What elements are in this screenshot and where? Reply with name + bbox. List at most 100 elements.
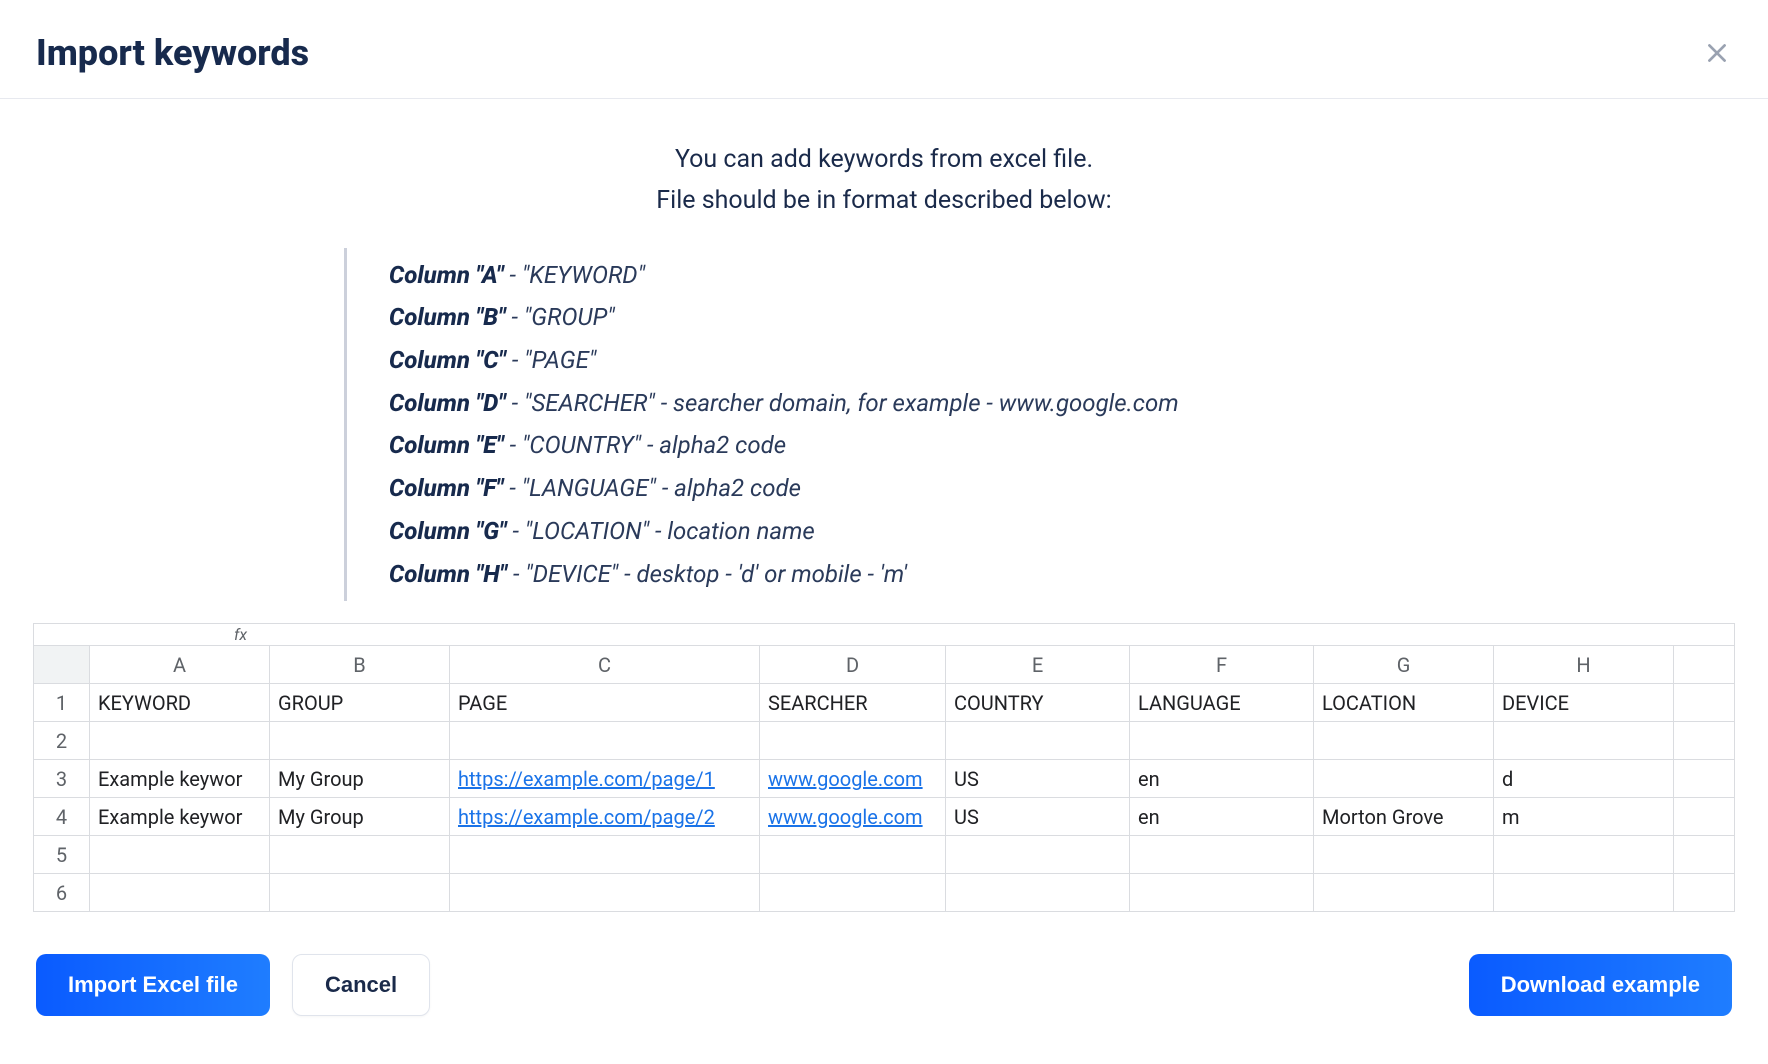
table-row: 3Example keyworMy Group https://example.c… xyxy=(34,760,1735,798)
cell xyxy=(946,722,1130,760)
col-header: D xyxy=(760,646,946,684)
cell: KEYWORD xyxy=(90,684,270,722)
cell xyxy=(450,874,760,912)
cell: Morton Grove xyxy=(1314,798,1494,836)
col-header-tail xyxy=(1674,646,1735,684)
cell xyxy=(1494,836,1674,874)
row-number: 2 xyxy=(34,722,90,760)
cell xyxy=(760,874,946,912)
cell-link[interactable]: www.google.com xyxy=(768,805,923,829)
close-icon[interactable] xyxy=(1702,38,1732,68)
column-f-desc: Column "F" - "LANGUAGE" - alpha2 code xyxy=(389,467,1424,510)
intro-line-2: File should be in format described below… xyxy=(0,180,1768,221)
spreadsheet-example: fx A B C D E F G H 1KEYWORD xyxy=(33,623,1735,912)
cell: My Group xyxy=(270,760,450,798)
cell: www.google.com xyxy=(760,760,946,798)
modal-header: Import keywords xyxy=(0,0,1768,99)
column-d-desc: Column "D" - "SEARCHER" - searcher domai… xyxy=(389,382,1424,425)
cell xyxy=(1494,722,1674,760)
cell xyxy=(90,874,270,912)
col-header: A xyxy=(90,646,270,684)
corner-cell xyxy=(34,646,90,684)
table-row: 2 xyxy=(34,722,1735,760)
column-h-desc: Column "H" - "DEVICE" - desktop - 'd' or… xyxy=(389,553,1424,596)
col-header: G xyxy=(1314,646,1494,684)
cell: PAGE xyxy=(450,684,760,722)
cell xyxy=(270,836,450,874)
col-header: C xyxy=(450,646,760,684)
cell xyxy=(270,722,450,760)
col-header: F xyxy=(1130,646,1314,684)
columns-description: Column "A" - "KEYWORD" Column "B" - "GRO… xyxy=(344,248,1424,602)
row-number: 3 xyxy=(34,760,90,798)
table-row: 5 xyxy=(34,836,1735,874)
col-header: H xyxy=(1494,646,1674,684)
table-row: 6 xyxy=(34,874,1735,912)
cell xyxy=(946,836,1130,874)
cell-link[interactable]: www.google.com xyxy=(768,767,923,791)
cell xyxy=(1494,874,1674,912)
cell: https://example.com/page/2 xyxy=(450,798,760,836)
fx-label: fx xyxy=(34,625,254,644)
col-header: E xyxy=(946,646,1130,684)
intro-text: You can add keywords from excel file. Fi… xyxy=(0,99,1768,238)
row-number: 5 xyxy=(34,836,90,874)
cell: US xyxy=(946,760,1130,798)
cell xyxy=(1674,798,1735,836)
cell-link[interactable]: https://example.com/page/2 xyxy=(458,805,715,829)
spreadsheet-table: A B C D E F G H 1KEYWORDGROUPPAGESEARCHE… xyxy=(33,645,1735,912)
table-row: 1KEYWORDGROUPPAGESEARCHERCOUNTRYLANGUAGE… xyxy=(34,684,1735,722)
cell-link[interactable]: https://example.com/page/1 xyxy=(458,767,715,791)
cell: SEARCHER xyxy=(760,684,946,722)
cell xyxy=(1674,684,1735,722)
cell: GROUP xyxy=(270,684,450,722)
cell: Example keywor xyxy=(90,760,270,798)
cell: en xyxy=(1130,798,1314,836)
cell: www.google.com xyxy=(760,798,946,836)
cell: My Group xyxy=(270,798,450,836)
cell: DEVICE xyxy=(1494,684,1674,722)
cell xyxy=(760,836,946,874)
cell xyxy=(270,874,450,912)
formula-bar: fx xyxy=(33,623,1735,645)
column-headers-row: A B C D E F G H xyxy=(34,646,1735,684)
cell xyxy=(1674,722,1735,760)
cell: Example keywor xyxy=(90,798,270,836)
modal-footer: Import Excel file Cancel Download exampl… xyxy=(0,912,1768,1016)
column-a-desc: Column "A" - "KEYWORD" xyxy=(389,254,1424,297)
cell xyxy=(760,722,946,760)
import-excel-button[interactable]: Import Excel file xyxy=(36,954,270,1016)
row-number: 6 xyxy=(34,874,90,912)
cell: COUNTRY xyxy=(946,684,1130,722)
cell xyxy=(1314,760,1494,798)
cell xyxy=(1314,722,1494,760)
cell xyxy=(946,874,1130,912)
import-keywords-modal: Import keywords You can add keywords fro… xyxy=(0,0,1768,1064)
cell xyxy=(90,722,270,760)
cell xyxy=(1130,836,1314,874)
column-c-desc: Column "C" - "PAGE" xyxy=(389,339,1424,382)
column-b-desc: Column "B" - "GROUP" xyxy=(389,296,1424,339)
cell xyxy=(1674,760,1735,798)
cell xyxy=(1130,874,1314,912)
cell xyxy=(1674,836,1735,874)
cancel-button[interactable]: Cancel xyxy=(292,954,430,1016)
cell xyxy=(450,836,760,874)
intro-line-1: You can add keywords from excel file. xyxy=(0,139,1768,180)
cell xyxy=(1314,874,1494,912)
cell xyxy=(450,722,760,760)
row-number: 4 xyxy=(34,798,90,836)
cell: LOCATION xyxy=(1314,684,1494,722)
cell xyxy=(90,836,270,874)
column-g-desc: Column "G" - "LOCATION" - location name xyxy=(389,510,1424,553)
col-header: B xyxy=(270,646,450,684)
cell: en xyxy=(1130,760,1314,798)
download-example-button[interactable]: Download example xyxy=(1469,954,1732,1016)
row-number: 1 xyxy=(34,684,90,722)
cell: https://example.com/page/1 xyxy=(450,760,760,798)
cell: d xyxy=(1494,760,1674,798)
table-row: 4Example keyworMy Group https://example.c… xyxy=(34,798,1735,836)
cell xyxy=(1314,836,1494,874)
cell: m xyxy=(1494,798,1674,836)
column-e-desc: Column "E" - "COUNTRY" - alpha2 code xyxy=(389,424,1424,467)
